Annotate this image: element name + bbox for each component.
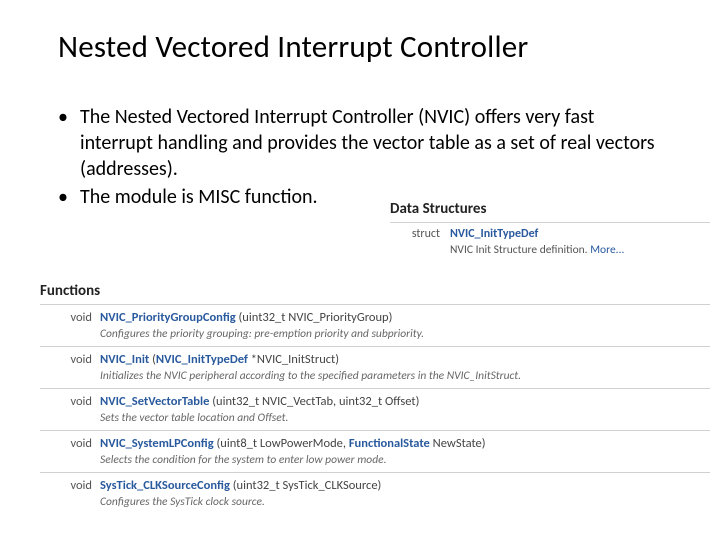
bullet-item: The Nested Vectored Interrupt Controller…	[50, 104, 670, 182]
functions-box: Functions void NVIC_PriorityGroupConfig …	[40, 282, 710, 514]
function-row: void NVIC_Init (NVIC_InitTypeDef *NVIC_I…	[40, 347, 710, 370]
function-row: void NVIC_PriorityGroupConfig (uint32_t …	[40, 305, 710, 328]
struct-description: NVIC Init Structure definition. More...	[390, 243, 710, 257]
function-description: Configures the priority grouping: pre-em…	[96, 327, 710, 347]
data-structures-box: Data Structures struct NVIC_InitTypeDef …	[390, 200, 710, 257]
function-desc-row: Selects the condition for the system to …	[40, 453, 710, 473]
function-desc-row: Initializes the NVIC peripheral accordin…	[40, 369, 710, 389]
function-desc-row: Sets the vector table location and Offse…	[40, 411, 710, 431]
return-type: void	[40, 347, 96, 370]
data-structures-heading: Data Structures	[390, 200, 710, 218]
bullet-list: The Nested Vectored Interrupt Controller…	[0, 78, 720, 210]
slide-title: Nested Vectored Interrupt Controller	[0, 0, 720, 78]
function-params: (uint32_t NVIC_PriorityGroup)	[236, 310, 393, 325]
function-description: Initializes the NVIC peripheral accordin…	[96, 369, 710, 389]
struct-desc-text: NVIC Init Structure definition.	[450, 243, 588, 257]
functions-table: void NVIC_PriorityGroupConfig (uint32_t …	[40, 304, 710, 514]
struct-type-link[interactable]: NVIC_InitTypeDef	[450, 227, 538, 241]
function-params: (uint32_t NVIC_VectTab, uint32_t Offset)	[209, 394, 419, 409]
param-type-link[interactable]: NVIC_InitTypeDef	[156, 352, 248, 367]
struct-keyword: struct	[390, 227, 440, 241]
return-type: void	[40, 305, 96, 328]
function-row: void NVIC_SystemLPConfig (uint8_t LowPow…	[40, 431, 710, 454]
return-type: void	[40, 389, 96, 412]
function-params: (uint32_t SysTick_CLKSource)	[230, 478, 381, 493]
param-type-link[interactable]: FunctionalState	[349, 436, 430, 451]
return-type: void	[40, 473, 96, 496]
function-params-open: (	[149, 352, 156, 367]
function-params-close: *NVIC_InitStruct)	[248, 352, 339, 367]
function-description: Configures the SysTick clock source.	[96, 495, 710, 514]
function-row: void SysTick_CLKSourceConfig (uint32_t S…	[40, 473, 710, 496]
function-desc-row: Configures the SysTick clock source.	[40, 495, 710, 514]
function-params-close: NewState)	[430, 436, 486, 451]
function-name-link[interactable]: NVIC_SystemLPConfig	[100, 436, 214, 451]
function-name-link[interactable]: SysTick_CLKSourceConfig	[100, 478, 230, 493]
function-row: void NVIC_SetVectorTable (uint32_t NVIC_…	[40, 389, 710, 412]
function-description: Selects the condition for the system to …	[96, 453, 710, 473]
function-description: Sets the vector table location and Offse…	[96, 411, 710, 431]
function-name-link[interactable]: NVIC_PriorityGroupConfig	[100, 310, 236, 325]
function-name-link[interactable]: NVIC_SetVectorTable	[100, 394, 209, 409]
functions-heading: Functions	[40, 282, 710, 300]
function-name-link[interactable]: NVIC_Init	[100, 352, 149, 367]
function-desc-row: Configures the priority grouping: pre-em…	[40, 327, 710, 347]
more-link[interactable]: More...	[590, 243, 624, 257]
function-params-open: (uint8_t LowPowerMode,	[214, 436, 349, 451]
return-type: void	[40, 431, 96, 454]
data-structure-row: struct NVIC_InitTypeDef	[390, 222, 710, 243]
